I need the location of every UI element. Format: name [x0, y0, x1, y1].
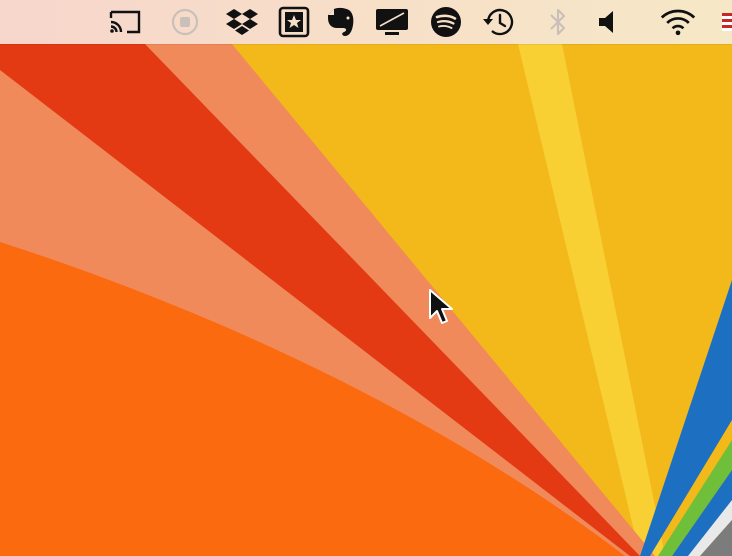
- bluetooth-icon[interactable]: [540, 4, 576, 40]
- display-icon[interactable]: [374, 4, 410, 40]
- us-flag-icon[interactable]: [722, 4, 732, 40]
- cast-icon[interactable]: [107, 4, 143, 40]
- wifi-icon[interactable]: [660, 4, 696, 40]
- bookmark-star-icon[interactable]: [276, 4, 312, 40]
- mouse-pointer-icon: [429, 289, 453, 324]
- volume-icon[interactable]: [590, 4, 626, 40]
- time-machine-icon[interactable]: [481, 4, 517, 40]
- desktop-wallpaper: [0, 0, 732, 556]
- record-icon[interactable]: [167, 4, 203, 40]
- evernote-icon[interactable]: [323, 4, 359, 40]
- dropbox-icon[interactable]: [224, 4, 260, 40]
- menu-bar: [0, 0, 732, 44]
- spotify-icon[interactable]: [428, 4, 464, 40]
